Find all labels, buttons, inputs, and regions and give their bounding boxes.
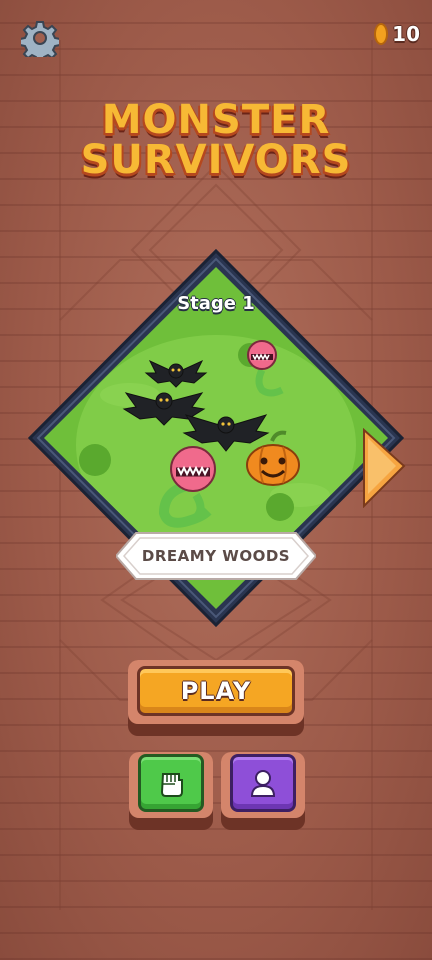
play-button[interactable]: PLAY — [128, 660, 304, 736]
stage-name: DREAMY WOODS — [141, 547, 291, 565]
play-button-label: PLAY — [180, 677, 252, 705]
stage-label: Stage 1 — [177, 293, 255, 314]
profile-button[interactable] — [221, 752, 305, 830]
game-title-line1: MONSTER — [101, 97, 331, 143]
next-stage-button[interactable] — [362, 428, 406, 508]
game-title-line2: SURVIVORS — [80, 137, 352, 183]
power-button[interactable] — [129, 752, 213, 830]
user-icon — [250, 770, 276, 797]
coin-counter: 10 — [374, 22, 420, 46]
settings-button[interactable] — [19, 19, 61, 63]
top-bar: 10 — [0, 0, 432, 70]
gear-icon — [19, 21, 61, 63]
coin-count: 10 — [392, 22, 420, 46]
fist-icon — [160, 773, 183, 797]
coin-icon — [374, 23, 389, 45]
